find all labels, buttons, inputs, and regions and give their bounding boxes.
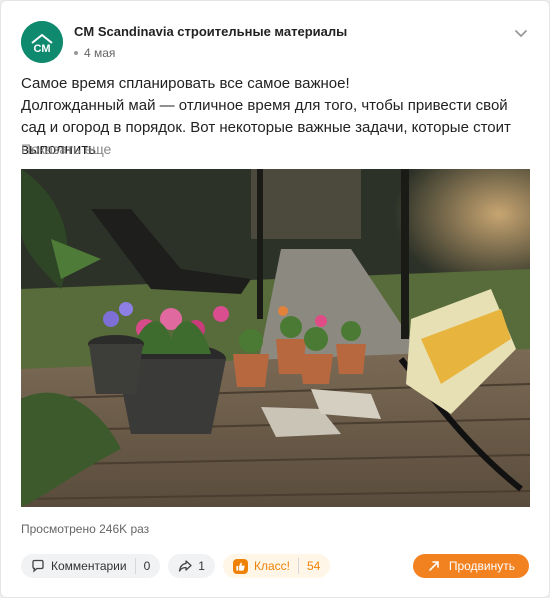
dot-separator [74, 51, 78, 55]
divider [297, 558, 299, 574]
post-card: CM CM Scandinavia строительные материалы… [0, 0, 550, 598]
promote-arrow-icon [429, 561, 439, 571]
comments-button[interactable]: Комментарии 0 [21, 554, 161, 578]
garden-photo-image [21, 169, 530, 507]
comments-count: 0 [143, 559, 151, 573]
author-name[interactable]: CM Scandinavia строительные материалы [74, 24, 347, 39]
thumbs-up-icon [236, 561, 245, 571]
share-arrow-icon [179, 560, 192, 572]
klass-button[interactable]: Класс! 54 [222, 554, 331, 578]
comment-icon [32, 559, 44, 573]
promote-button[interactable]: Продвинуть [412, 554, 529, 578]
comments-label: Комментарии [51, 559, 127, 573]
klass-icon-box [232, 558, 248, 574]
cm-logo-icon: CM [21, 21, 63, 63]
share-button[interactable]: 1 [168, 554, 215, 578]
divider [134, 558, 136, 574]
post-actions: Комментарии 0 1 Класс! 54 [21, 554, 331, 580]
post-date: 4 мая [74, 46, 115, 60]
post-text-line1: Самое время спланировать все самое важно… [21, 75, 350, 92]
post-photo[interactable] [21, 169, 530, 507]
avatar[interactable]: CM [21, 21, 63, 63]
avatar-text: CM [33, 43, 50, 55]
klass-count: 54 [306, 559, 321, 573]
show-more-link[interactable]: Показать еще [21, 141, 111, 157]
chevron-down-icon[interactable] [513, 25, 529, 41]
promote-label: Продвинуть [448, 559, 515, 573]
views-count: Просмотрено 246K раз [21, 522, 150, 536]
shares-count: 1 [198, 559, 205, 573]
post-date-label[interactable]: 4 мая [84, 46, 115, 60]
klass-label: Класс! [253, 559, 290, 573]
